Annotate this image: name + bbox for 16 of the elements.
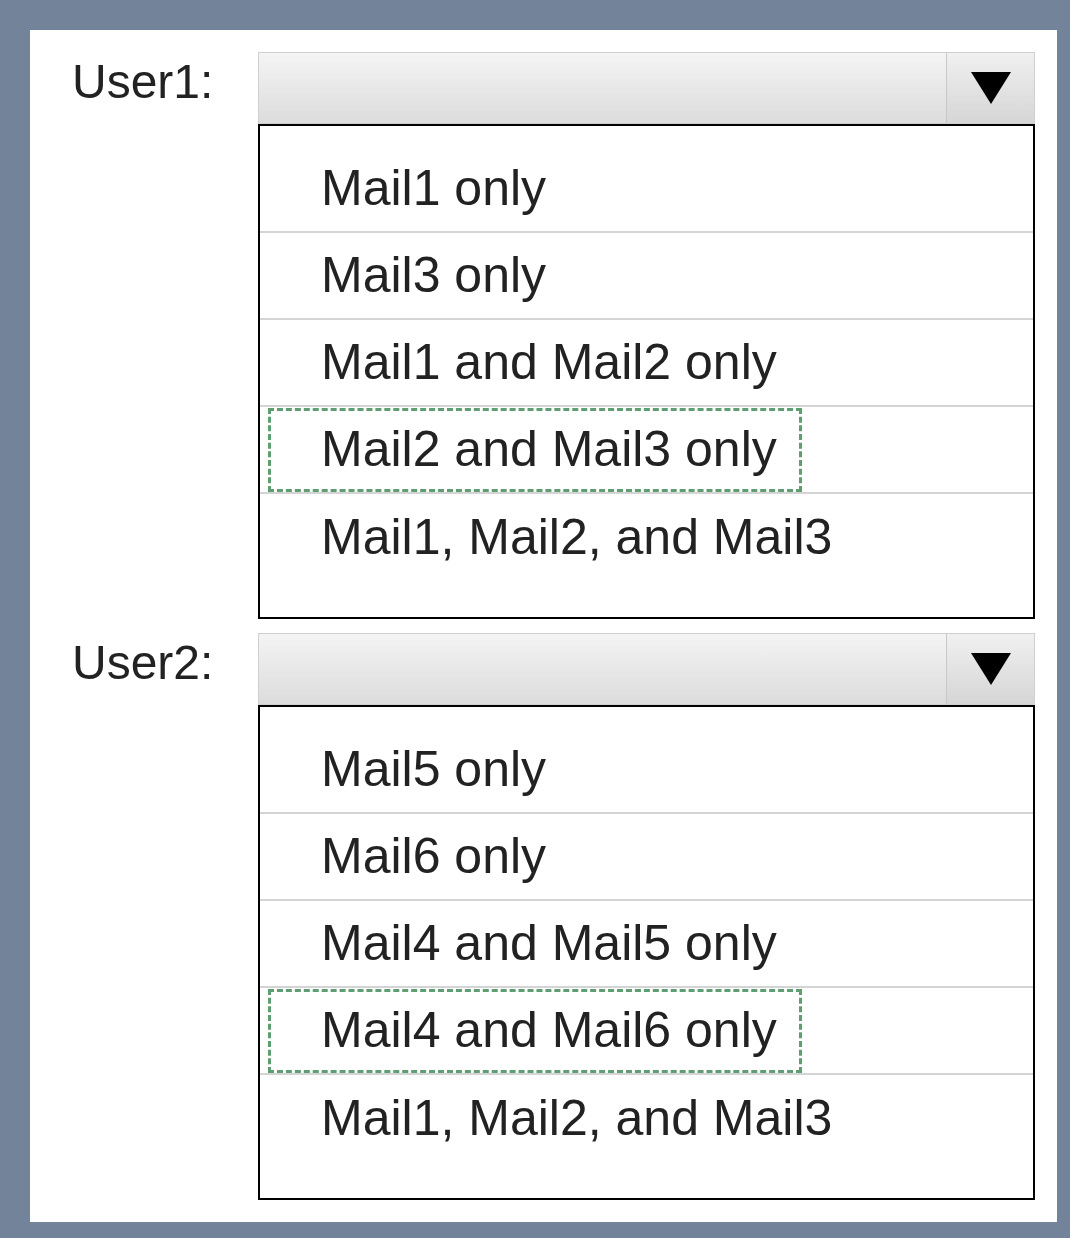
dropdown-option[interactable]: Mail4 and Mail5 only	[268, 901, 802, 986]
dropdown-option[interactable]: Mail4 and Mail6 only	[268, 988, 802, 1073]
dropdown-arrow-button[interactable]	[946, 634, 1034, 704]
dropdown-option[interactable]: Mail1 only	[268, 146, 572, 231]
dropdown-option[interactable]: Mail2 and Mail3 only	[268, 407, 802, 492]
caret-icon	[970, 72, 1011, 104]
caret-icon	[970, 653, 1011, 685]
dropdown-option[interactable]: Mail1 and Mail2 only	[268, 320, 802, 405]
user-label: User2:	[71, 635, 215, 691]
dropdown-option[interactable]: Mail1, Mail2, and Mail3	[268, 1076, 858, 1161]
dropdown-option[interactable]: Mail1, Mail2, and Mail3	[268, 495, 858, 580]
dropdown-option[interactable]: Mail5 only	[268, 727, 572, 812]
user-label: User1:	[71, 54, 215, 110]
dropdown-option[interactable]: Mail3 only	[268, 233, 572, 318]
dropdown-option[interactable]: Mail6 only	[268, 814, 572, 899]
dropdown-arrow-button[interactable]	[946, 53, 1034, 123]
